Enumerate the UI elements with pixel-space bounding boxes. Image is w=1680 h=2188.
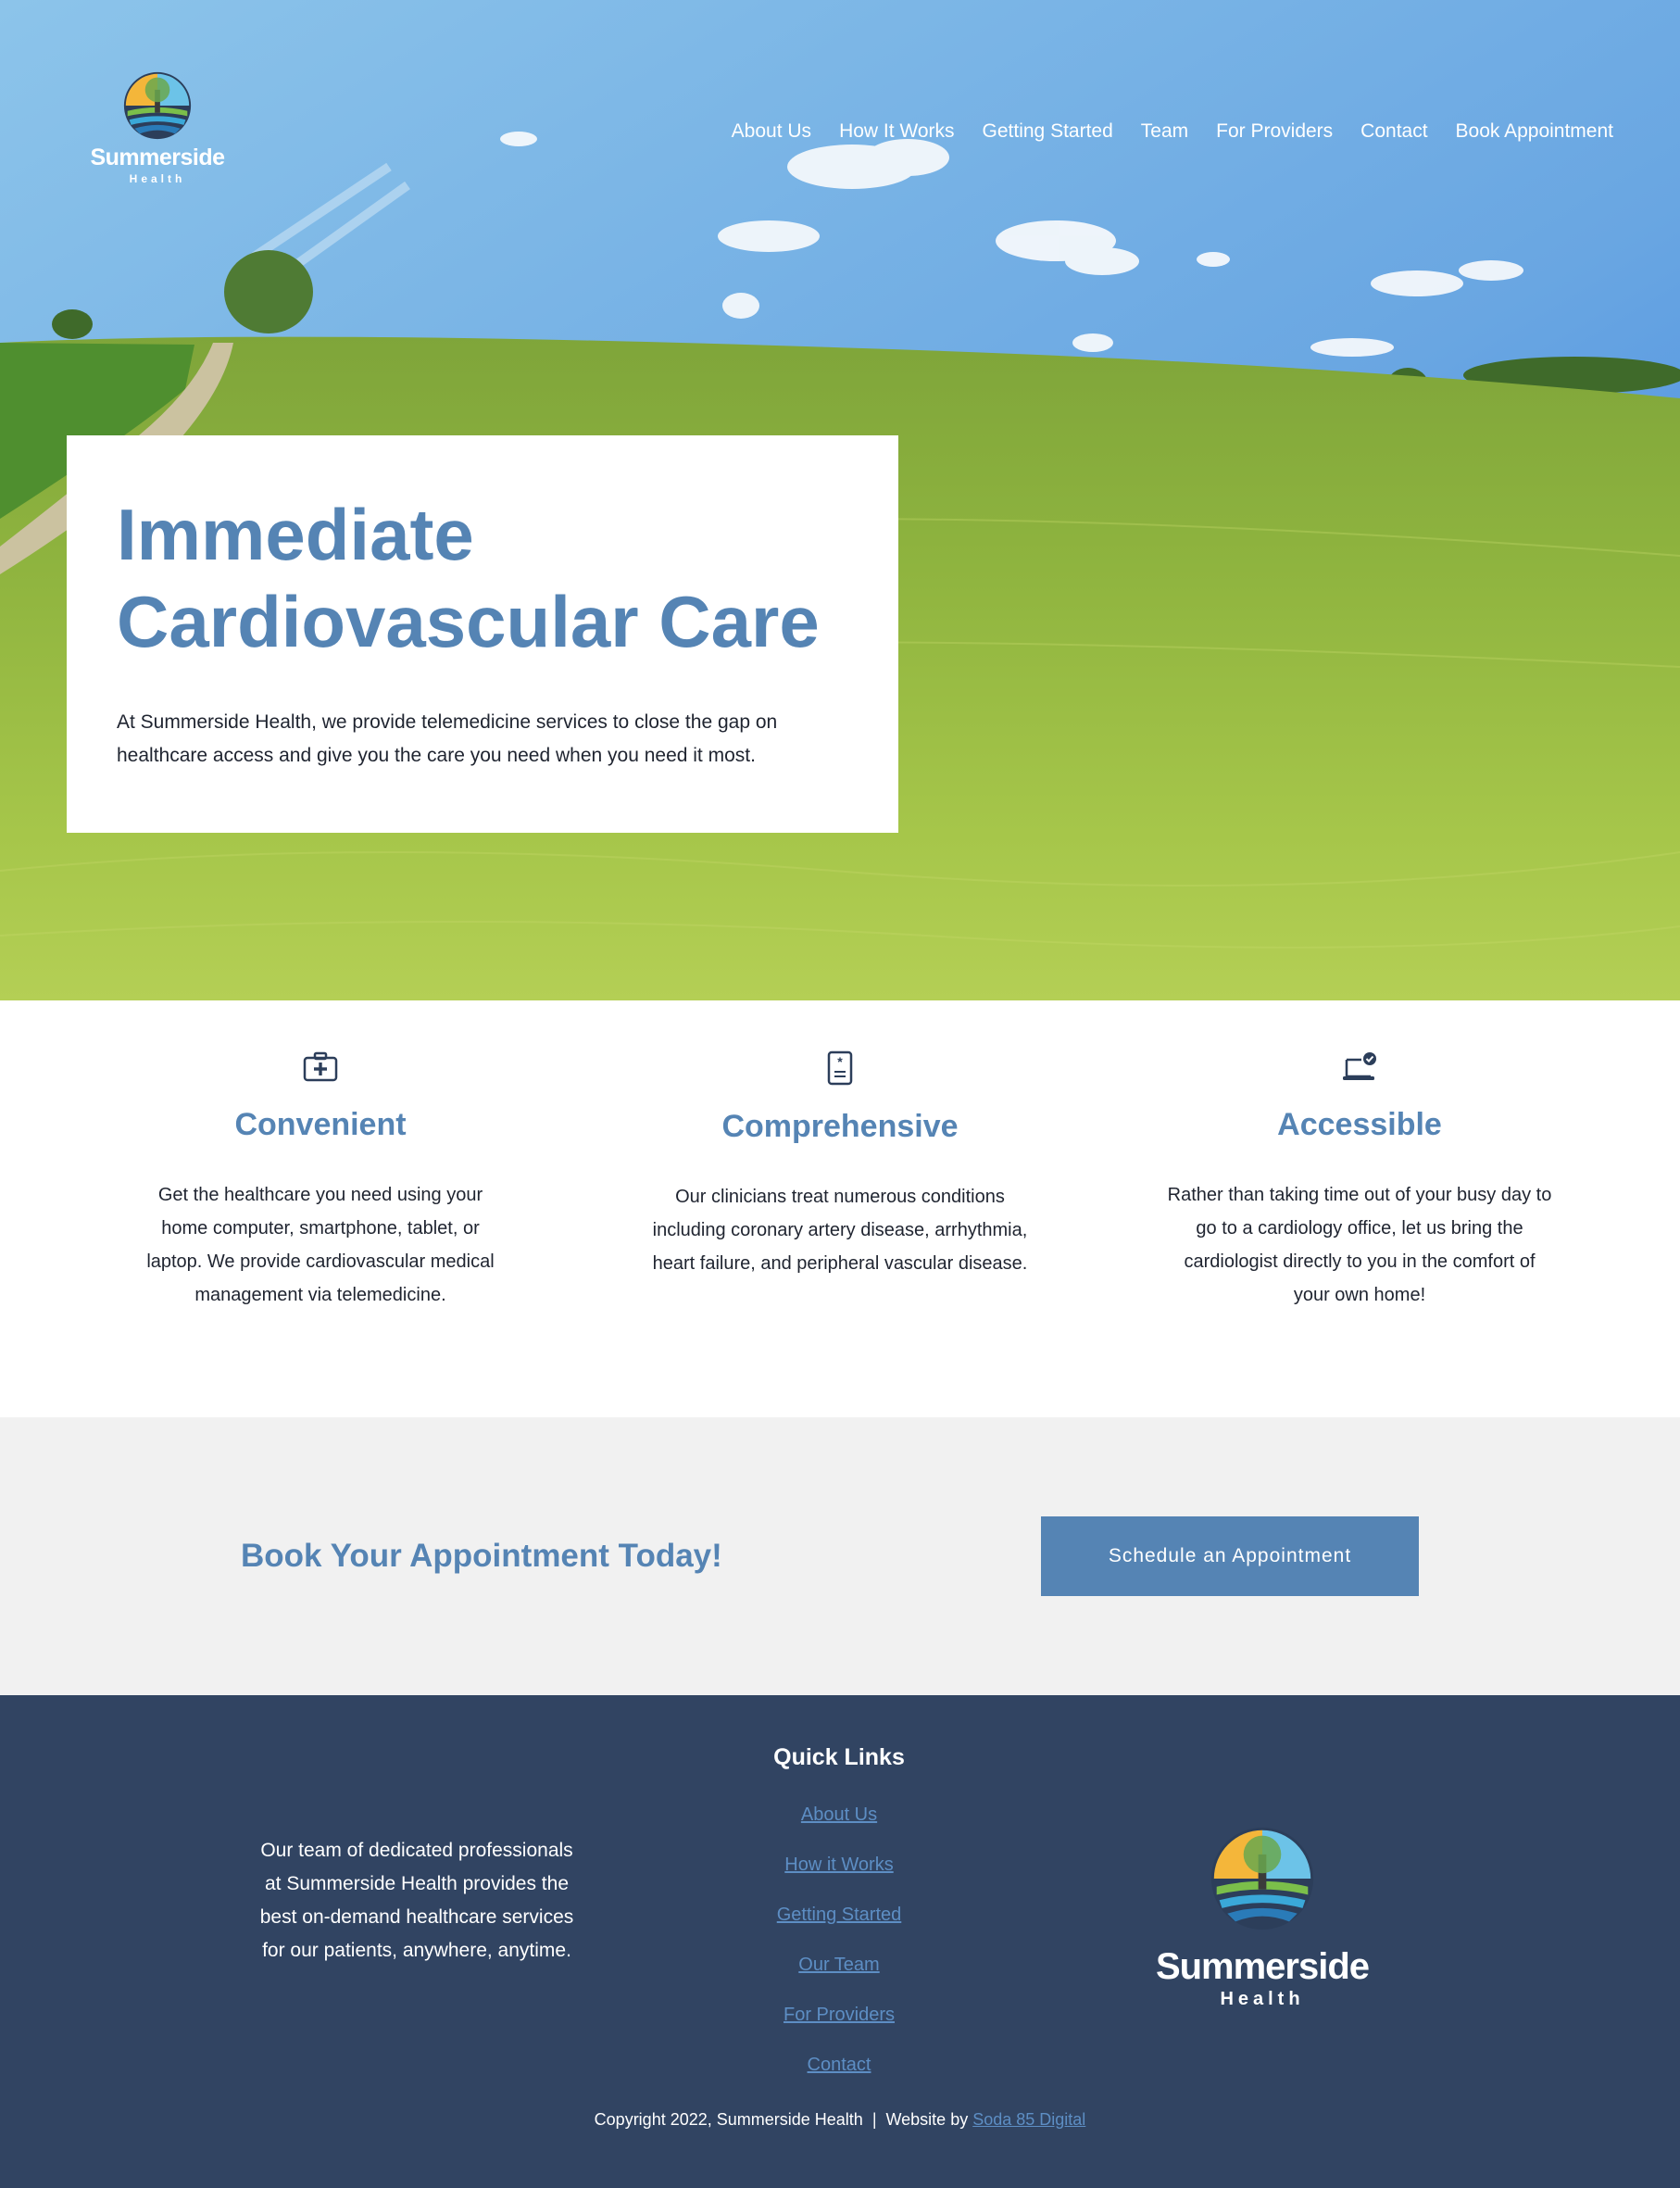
medical-document-icon: * (827, 1050, 853, 1086)
feature-title: Accessible (1277, 1107, 1442, 1142)
feature-title: Comprehensive (721, 1109, 959, 1144)
nav-team[interactable]: Team (1141, 120, 1188, 143)
feature-text: Rather than taking time out of your busy… (1167, 1185, 1552, 1305)
nav-book-appointment[interactable]: Book Appointment (1456, 120, 1613, 143)
logo-tree-icon (1210, 1827, 1314, 1930)
credit-link[interactable]: Soda 85 Digital (972, 2110, 1085, 2129)
quick-links-heading: Quick Links (773, 1744, 905, 1770)
copyright-line: Copyright 2022, Summerside Health | Webs… (0, 2110, 1680, 2130)
logo-wordmark: Summerside (90, 145, 225, 170)
cta-section: Book Your Appointment Today! Schedule an… (0, 1417, 1680, 1695)
footer-about-text: Our team of dedicated professionals at S… (259, 1840, 574, 1961)
hero-title-line2: Cardiovascular Care (117, 581, 820, 662)
nav-contact[interactable]: Contact (1360, 120, 1427, 143)
feature-title: Convenient (234, 1107, 407, 1142)
feature-text: Our clinicians treat numerous conditions… (652, 1187, 1028, 1274)
footer-link-about-us[interactable]: About Us (801, 1804, 877, 1825)
nav-for-providers[interactable]: For Providers (1216, 120, 1333, 143)
footer-link-getting-started[interactable]: Getting Started (777, 1905, 902, 1925)
footer-link-contact[interactable]: Contact (808, 2055, 871, 2075)
copyright-text: Copyright 2022, Summerside Health | Webs… (594, 2110, 973, 2129)
nav-getting-started[interactable]: Getting Started (983, 120, 1113, 143)
hero-title: Immediate Cardiovascular Care (117, 491, 848, 665)
schedule-appointment-button[interactable]: Schedule an Appointment (1041, 1516, 1419, 1596)
nav-how-it-works[interactable]: How It Works (839, 120, 954, 143)
svg-text:*: * (837, 1054, 843, 1069)
logo-subtitle: Health (129, 172, 186, 185)
footer-link-our-team[interactable]: Our Team (798, 1955, 879, 1975)
footer-logo-wordmark: Summerside (1155, 1946, 1370, 1987)
features-section: Convenient Get the healthcare you need u… (0, 1000, 1680, 1417)
medical-bag-icon (303, 1051, 338, 1082)
footer-link-how-it-works[interactable]: How it Works (784, 1855, 893, 1875)
hero-card: Immediate Cardiovascular Care At Summers… (67, 435, 898, 833)
hero-section: Summerside Health About Us How It Works … (0, 0, 1680, 1000)
main-nav: About Us How It Works Getting Started Te… (732, 120, 1613, 143)
laptop-check-icon (1343, 1052, 1376, 1080)
feature-convenient: Convenient Get the healthcare you need u… (126, 1000, 515, 1312)
cta-heading: Book Your Appointment Today! (241, 1538, 722, 1574)
footer-logo-subtitle: Health (1220, 1989, 1305, 2009)
feature-comprehensive: * Comprehensive Our clinicians treat num… (646, 1000, 1034, 1280)
hero-title-line1: Immediate (117, 494, 474, 575)
footer-link-for-providers[interactable]: For Providers (784, 2005, 895, 2025)
footer-quick-links: Quick Links About Us How it Works Gettin… (654, 1742, 1024, 2090)
feature-accessible: Accessible Rather than taking time out o… (1165, 1000, 1554, 1312)
site-footer: Our team of dedicated professionals at S… (0, 1695, 1680, 2188)
feature-text: Get the healthcare you need using your h… (146, 1185, 495, 1305)
nav-about-us[interactable]: About Us (732, 120, 811, 143)
header-logo[interactable]: Summerside Health (83, 70, 232, 185)
footer-logo[interactable]: Summerside Health (1137, 1825, 1387, 2010)
hero-description: At Summerside Health, we provide telemed… (117, 711, 778, 766)
logo-tree-icon (123, 71, 192, 140)
